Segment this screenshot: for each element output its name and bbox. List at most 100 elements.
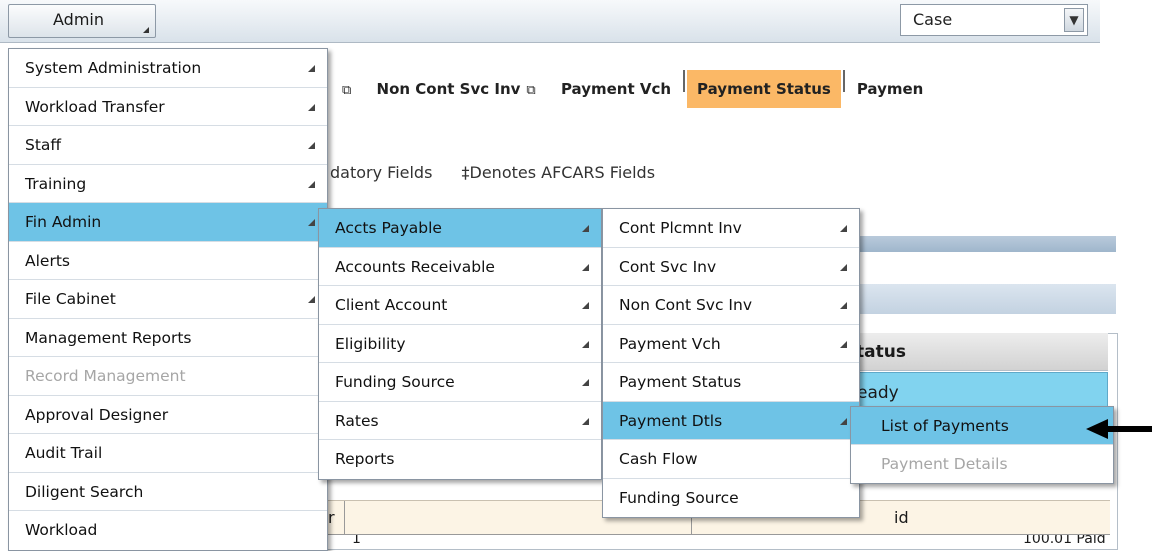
menu-item-cash-flow[interactable]: Cash Flow [603,440,859,479]
menu-item-label: Rates [335,411,379,430]
menu-item-reports[interactable]: Reports [319,440,601,479]
mandatory-fields-note: datory Fields [330,163,433,182]
menu-item-label: Workload Transfer [25,97,165,116]
menu-item-label: Payment Dtls [619,411,723,430]
menu-item-accts-payable[interactable]: Accts Payable [319,209,601,248]
submenu-arrow-icon [840,225,847,232]
menu-item-label: Cont Plcmnt Inv [619,219,742,237]
tab-label: Payment Status [697,80,831,98]
menu-item-rates[interactable]: Rates [319,402,601,440]
chevron-down-icon[interactable]: ▼ [1064,8,1084,32]
menu-item-record-management: Record Management [9,357,327,396]
tab-payment-cut[interactable]: Paymen [847,70,934,108]
admin-menu-label: Admin [53,10,104,29]
menu-item-cont-plcmnt-inv[interactable]: Cont Plcmnt Inv [603,209,859,248]
menu-item-workload-transfer[interactable]: Workload Transfer [9,88,327,126]
tab-non-cont-svc-inv[interactable]: Non Cont Svc Inv ⧉ [367,70,546,108]
submenu-arrow-icon [840,263,847,271]
payment-dtls-submenu: List of Payments Payment Details [850,406,1114,484]
menu-item-label: Funding Source [619,488,739,507]
window-icon: ⧉ [342,83,352,98]
submenu-arrow-icon [840,340,847,348]
menu-item-cont-svc-inv[interactable]: Cont Svc Inv [603,248,859,286]
caret-icon [143,27,149,33]
accts-payable-submenu: Cont Plcmnt Inv Cont Svc Inv Non Cont Sv… [602,208,860,518]
submenu-arrow-icon [582,417,589,425]
table-cell-status: id [894,508,909,527]
submenu-arrow-icon [308,65,315,72]
menu-item-label: System Administration [25,59,202,77]
menu-item-system-administration[interactable]: System Administration [9,49,327,88]
admin-menu-button[interactable]: Admin [8,4,156,38]
fin-admin-submenu: Accts Payable Accounts Receivable Client… [318,208,602,480]
menu-item-label: File Cabinet [25,290,116,308]
tab-label: Non Cont Svc Inv [376,80,521,98]
submenu-arrow-icon [308,103,315,111]
menu-item-label: Payment Details [881,455,1008,473]
submenu-arrow-icon [308,296,315,303]
field-legend: datory Fields ‡Denotes AFCARS Fields [330,163,679,182]
tab-previous-icon[interactable]: ⧉ [326,70,361,108]
table-row[interactable]: 1 100.01 Paid [320,534,1110,549]
menu-item-label: Reports [335,450,395,468]
submenu-arrow-icon [308,180,315,188]
menu-item-training[interactable]: Training [9,165,327,203]
menu-item-approval-designer[interactable]: Approval Designer [9,396,327,434]
menu-item-label: List of Payments [881,417,1009,435]
search-type-select[interactable]: Case ▼ [900,4,1088,36]
menu-item-label: Payment Status [619,373,742,391]
menu-item-label: Management Reports [25,328,192,347]
menu-item-eligibility[interactable]: Eligibility [319,325,601,363]
menu-item-fin-admin[interactable]: Fin Admin [9,203,327,242]
menu-item-label: Accts Payable [335,219,442,237]
submenu-arrow-icon [582,302,589,309]
menu-item-label: Cash Flow [619,450,698,468]
menu-item-file-cabinet[interactable]: File Cabinet [9,280,327,319]
arrow-left-icon [1086,419,1152,439]
menu-item-diligent-search[interactable]: Diligent Search [9,473,327,511]
menu-item-management-reports[interactable]: Management Reports [9,319,327,357]
tab-strip: ⧉ Non Cont Svc Inv ⧉ Payment Vch Payment S… [326,70,1100,108]
table-cell: 100.01 Paid [1023,534,1106,547]
top-toolbar: Admin Case ▼ [0,0,1100,43]
status-cell-selected[interactable]: eady [850,372,1108,408]
menu-item-label: Client Account [335,296,448,314]
menu-item-payment-details: Payment Details [851,445,1113,483]
menu-item-funding-source[interactable]: Funding Source [319,363,601,402]
tab-separator [683,70,686,92]
admin-dropdown-menu: System Administration Workload Transfer … [8,48,328,551]
menu-item-payment-vch[interactable]: Payment Vch [603,325,859,363]
menu-item-label: Non Cont Svc Inv [619,296,752,314]
afcars-fields-note: ‡Denotes AFCARS Fields [461,163,656,182]
menu-item-payment-status[interactable]: Payment Status [603,363,859,402]
menu-item-label: Eligibility [335,334,406,353]
menu-item-audit-trail[interactable]: Audit Trail [9,434,327,473]
menu-item-alerts[interactable]: Alerts [9,242,327,280]
menu-item-label: Diligent Search [25,482,144,501]
tab-payment-vch[interactable]: Payment Vch [551,70,681,108]
tab-label: Paymen [856,80,924,98]
menu-item-label: Staff [25,136,62,154]
menu-item-label: Accounts Receivable [335,257,495,276]
menu-item-accounts-receivable[interactable]: Accounts Receivable [319,248,601,286]
menu-item-staff[interactable]: Staff [9,126,327,165]
menu-item-workload[interactable]: Workload [9,511,327,550]
submenu-arrow-icon [840,417,847,425]
menu-item-non-cont-svc-inv[interactable]: Non Cont Svc Inv [603,286,859,325]
menu-item-label: Training [25,174,87,193]
menu-item-client-account[interactable]: Client Account [319,286,601,325]
menu-item-payment-dtls[interactable]: Payment Dtls [603,401,859,440]
menu-item-list-of-payments[interactable]: List of Payments [851,407,1113,445]
status-column-header[interactable]: tatus [850,333,1108,371]
tab-payment-status[interactable]: Payment Status [687,70,841,108]
submenu-arrow-icon [840,302,847,309]
submenu-arrow-icon [582,379,589,386]
menu-item-label: Record Management [25,367,186,385]
menu-item-label: Audit Trail [25,444,103,462]
menu-item-label: Fin Admin [25,213,102,231]
table-cell: 1 [352,534,361,547]
submenu-arrow-icon [582,263,589,271]
menu-item-label: Workload [25,521,98,539]
menu-item-label: Approval Designer [25,405,169,424]
menu-item-funding-source-ap[interactable]: Funding Source [603,479,859,518]
